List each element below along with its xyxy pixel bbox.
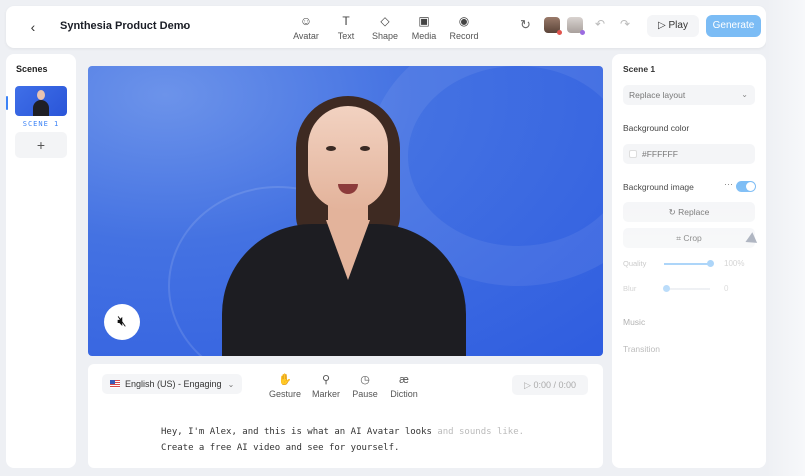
quality-slider-knob[interactable]: [707, 260, 714, 267]
chevron-down-icon[interactable]: ⌄: [180, 20, 188, 31]
speaker-muted-icon: 🔇︎: [117, 313, 127, 330]
tool-record-label: Record: [449, 31, 479, 41]
play-icon: ▷: [658, 20, 666, 31]
tool-shape-label: Shape: [371, 31, 399, 41]
tool-text[interactable]: T Text: [326, 14, 366, 41]
language-label: English (US) - Engaging: [125, 379, 222, 389]
scene-title: Scene 1: [623, 64, 656, 74]
preview-play-button[interactable]: ▷ 0:00 / 0:00: [512, 375, 588, 395]
project-title[interactable]: Synthesia Product Demo: [60, 20, 190, 32]
gesture-icon: ✋: [278, 374, 292, 386]
tool-gesture[interactable]: ✋ Gesture: [265, 373, 305, 399]
add-scene-button[interactable]: +: [15, 132, 67, 158]
back-arrow-icon[interactable]: ‹: [24, 18, 42, 36]
diction-label: Diction: [390, 389, 418, 399]
marker-label: Marker: [311, 389, 340, 399]
tool-media[interactable]: ▣ Media: [404, 14, 444, 41]
crop-button[interactable]: ⌗ Crop: [623, 228, 755, 248]
avatar-thumbnail: [33, 90, 49, 116]
text-icon: T: [342, 14, 350, 28]
chevron-down-icon: ⌄: [227, 380, 235, 389]
collaborator-avatar[interactable]: [544, 17, 562, 35]
pause-icon: ◷: [360, 374, 370, 386]
scene-thumbnail[interactable]: [15, 86, 67, 116]
quality-fill: [664, 263, 710, 265]
blur-label: Blur: [623, 284, 637, 293]
record-icon: ◉: [458, 14, 470, 28]
sync-icon[interactable]: ↻: [520, 17, 531, 33]
replace-button[interactable]: ↻ Replace: [623, 202, 755, 222]
scene-label: SCENE 1: [22, 120, 60, 128]
scenes-title: Scenes: [16, 64, 48, 74]
marker-icon: ⚲: [321, 374, 331, 386]
tool-shape[interactable]: ◇ Shape: [365, 14, 405, 41]
tool-avatar-label: Avatar: [293, 31, 319, 41]
tool-pause[interactable]: ◷ Pause: [345, 373, 385, 399]
script-line-1: Hey, I'm Alex, and this is what an AI Av…: [161, 427, 525, 437]
generate-button[interactable]: Generate: [706, 15, 761, 37]
more-options-icon[interactable]: ⋯: [724, 179, 733, 190]
quality-label: Quality: [623, 259, 647, 268]
tool-record[interactable]: ◉ Record: [444, 14, 484, 41]
play-icon: ▷: [524, 380, 531, 390]
blur-value: 0: [724, 284, 729, 293]
avatar-icon: ☺: [299, 14, 313, 28]
tool-marker[interactable]: ⚲ Marker: [306, 373, 346, 399]
us-flag-icon: [110, 380, 120, 388]
mute-button[interactable]: 🔇︎: [104, 304, 140, 340]
tool-avatar[interactable]: ☺ Avatar: [286, 14, 326, 41]
play-label: Play: [668, 20, 688, 31]
pause-label: Pause: [352, 389, 378, 399]
background-image-toggle[interactable]: [736, 181, 756, 192]
ai-avatar[interactable]: [214, 92, 474, 356]
time-readout: 0:00 / 0:00: [533, 380, 576, 390]
background-color-label: Background color: [623, 123, 690, 133]
tool-diction[interactable]: æ Diction: [384, 373, 424, 399]
diction-icon: æ: [399, 374, 409, 386]
play-button[interactable]: ▷ Play: [647, 15, 699, 37]
tool-media-label: Media: [411, 31, 437, 41]
tool-text-label: Text: [337, 31, 355, 41]
quality-value: 100%: [724, 259, 745, 268]
scenes-panel: Scenes SCENE 1 +: [6, 54, 76, 468]
music-label[interactable]: Music: [623, 317, 645, 327]
shape-icon: ◇: [380, 14, 390, 28]
gesture-label: Gesture: [268, 389, 301, 399]
crop-icon: ⌗: [676, 233, 681, 243]
background-image-label: Background image: [623, 182, 694, 192]
script-panel: English (US) - Engaging ⌄ ✋ Gesture ⚲ Mar…: [88, 364, 603, 468]
blur-slider-knob[interactable]: [663, 285, 670, 292]
script-line-2: Create a free AI video and see for yours…: [161, 443, 400, 453]
video-canvas[interactable]: 🔇︎: [88, 66, 603, 356]
top-toolbar: ‹ Synthesia Product Demo ⌄ ☺ Avatar T Te…: [6, 6, 766, 48]
background-color-input[interactable]: #FFFFFF: [623, 144, 755, 164]
script-text-editor[interactable]: Hey, I'm Alex, and this is what an AI Av…: [161, 424, 591, 456]
properties-panel: Scene 1 Replace layout ⌄ Background colo…: [612, 54, 766, 468]
collaborator-avatar-2[interactable]: [567, 17, 585, 35]
replace-layout-select[interactable]: Replace layout ⌄: [623, 85, 755, 105]
color-swatch: [629, 150, 637, 158]
scene-selected-indicator: [6, 96, 8, 110]
language-select[interactable]: English (US) - Engaging ⌄: [102, 374, 243, 394]
chevron-down-icon: ⌄: [741, 90, 748, 99]
plus-icon: +: [36, 137, 46, 153]
redo-icon[interactable]: ↷: [620, 17, 630, 31]
page-edge: [766, 0, 805, 476]
transition-label[interactable]: Transition: [623, 344, 660, 354]
media-icon: ▣: [418, 14, 430, 28]
undo-icon[interactable]: ↶: [595, 17, 605, 31]
refresh-icon: ↻: [668, 207, 676, 217]
